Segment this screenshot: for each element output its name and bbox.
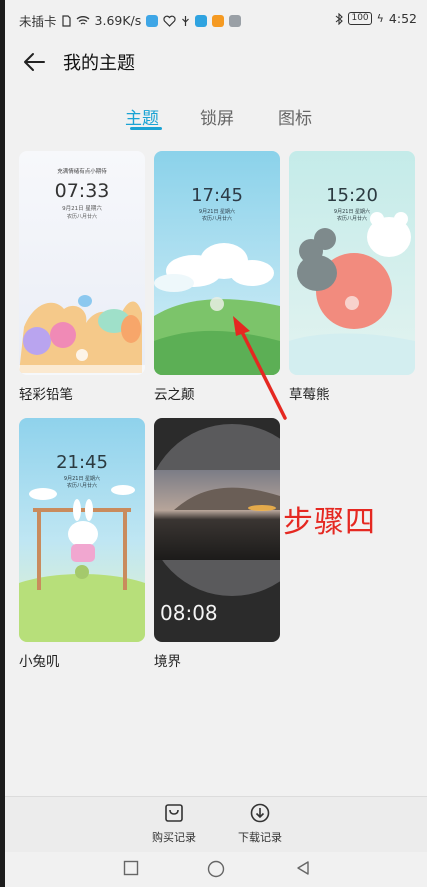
theme-card[interactable]: 08:08 — [154, 418, 280, 642]
purchase-history-label: 购买记录 — [152, 831, 196, 844]
app-notify-icon — [195, 14, 208, 27]
health-icon — [163, 15, 176, 27]
svg-text:充满情绪有点小期待: 充满情绪有点小期待 — [57, 167, 107, 175]
download-icon — [250, 803, 270, 823]
recents-button[interactable] — [123, 860, 139, 880]
theme-name: 小兔叽 — [19, 654, 60, 670]
page-title: 我的主题 — [63, 53, 135, 74]
theme-preview: 17:45 9月21日 星期六 农历八月廿六 — [154, 151, 280, 375]
system-nav-bar — [5, 852, 427, 887]
status-bar: 未插卡 3.69K/s 100 ϟ 4:52 — [5, 0, 427, 38]
network-speed-text: 3.69K/s — [94, 13, 142, 28]
svg-text:21:45: 21:45 — [56, 452, 108, 473]
carrier-text: 未插卡 — [19, 14, 57, 29]
svg-text:15:20: 15:20 — [326, 185, 378, 206]
download-history-button[interactable]: 下载记录 — [225, 803, 295, 845]
wifi-icon — [76, 16, 89, 25]
theme-name: 草莓熊 — [289, 387, 330, 403]
tab-themes[interactable]: 主题 — [125, 104, 159, 129]
battery-icon: 100 — [348, 12, 372, 25]
bluetooth-icon — [336, 12, 344, 25]
svg-text:农历八月廿六: 农历八月廿六 — [337, 215, 367, 222]
svg-text:9月21日 星期六: 9月21日 星期六 — [64, 475, 100, 482]
theme-preview: 充满情绪有点小期待 07:33 9月21日 星期六 农历八月廿六 — [19, 151, 145, 375]
media-app-icon — [229, 14, 242, 27]
back-button[interactable] — [19, 48, 49, 76]
theme-name: 境界 — [154, 654, 181, 670]
svg-text:9月21日 星期六: 9月21日 星期六 — [334, 208, 370, 215]
tab-active-indicator — [130, 127, 162, 130]
tab-lockscreen[interactable]: 锁屏 — [200, 104, 234, 129]
theme-name: 轻彩铅笔 — [19, 387, 73, 403]
triangle-back-icon — [297, 861, 309, 875]
bottom-action-bar: 购买记录 下载记录 — [5, 796, 427, 853]
purchase-bag-icon — [165, 804, 183, 822]
theme-preview: 21:45 9月21日 星期六 农历八月廿六 — [19, 418, 145, 642]
square-recents-icon — [123, 860, 139, 876]
app-header: 我的主题 — [5, 38, 427, 86]
svg-text:17:45: 17:45 — [191, 185, 243, 206]
svg-text:08:08: 08:08 — [160, 601, 218, 625]
theme-name: 云之颠 — [154, 387, 195, 403]
purchase-history-button[interactable]: 购买记录 — [139, 803, 209, 845]
svg-text:农历八月廿六: 农历八月廿六 — [202, 215, 232, 222]
arrow-left-icon — [24, 53, 45, 71]
app-notify-icon — [146, 14, 159, 27]
charging-icon: ϟ — [376, 12, 384, 25]
theme-card[interactable]: 15:20 9月21日 星期六 农历八月廿六 — [289, 151, 415, 375]
theme-preview: 15:20 9月21日 星期六 农历八月廿六 — [289, 151, 415, 375]
download-history-label: 下载记录 — [238, 831, 282, 844]
annotation-label: 步骤四 — [283, 505, 376, 540]
svg-text:07:33: 07:33 — [55, 180, 110, 202]
theme-preview: 08:08 — [154, 418, 280, 642]
svg-text:农历八月廿六: 农历八月廿六 — [67, 482, 97, 489]
back-nav-button[interactable] — [295, 860, 311, 880]
sim-icon — [61, 14, 71, 27]
video-app-icon — [212, 14, 225, 27]
clock-text: 4:52 — [388, 11, 417, 26]
svg-text:9月21日 星期六: 9月21日 星期六 — [62, 204, 102, 212]
theme-card[interactable]: 17:45 9月21日 星期六 农历八月廿六 — [154, 151, 280, 375]
home-button[interactable] — [207, 860, 225, 882]
svg-text:9月21日 星期六: 9月21日 星期六 — [199, 208, 235, 215]
theme-card[interactable]: 充满情绪有点小期待 07:33 9月21日 星期六 农历八月廿六 — [19, 151, 145, 375]
svg-text:农历八月廿六: 农历八月廿六 — [67, 213, 97, 220]
tab-icons[interactable]: 图标 — [278, 104, 312, 129]
usb-icon — [182, 15, 190, 26]
circle-home-icon — [207, 860, 225, 878]
tab-bar: 主题 锁屏 图标 — [5, 96, 427, 136]
theme-card[interactable]: 21:45 9月21日 星期六 农历八月廿六 — [19, 418, 145, 642]
